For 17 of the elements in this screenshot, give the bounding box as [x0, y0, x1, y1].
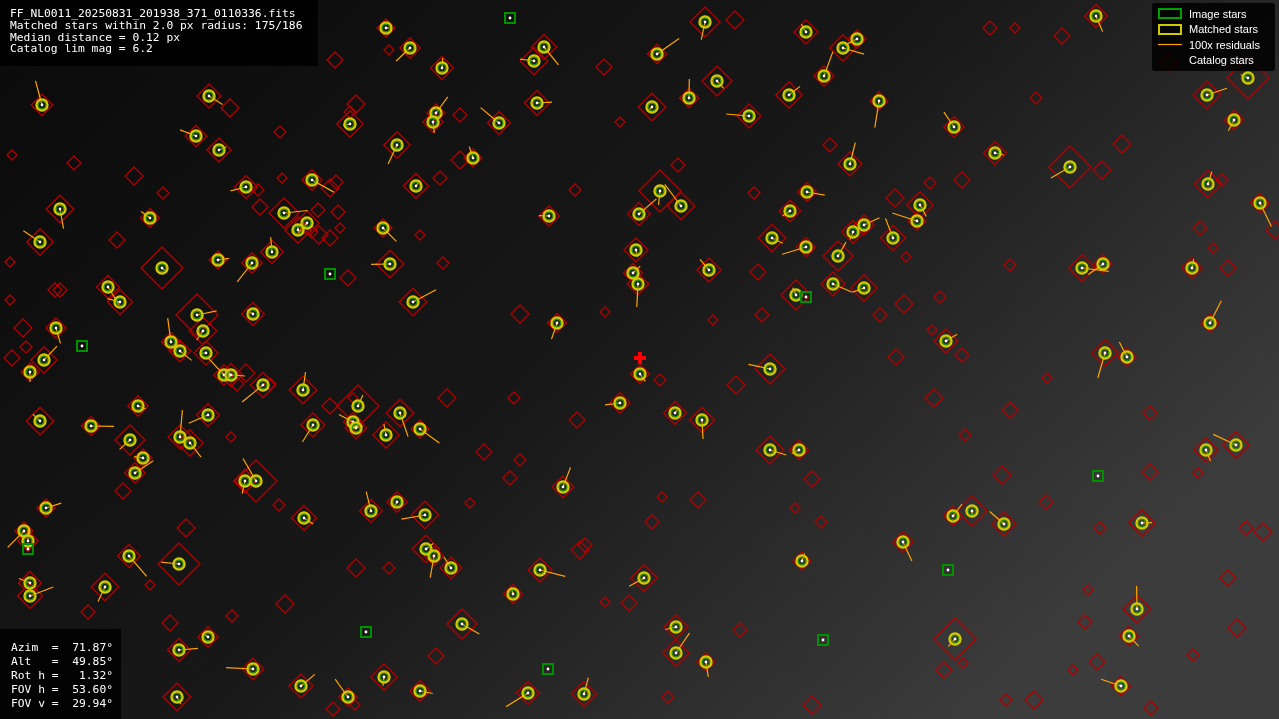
center-cross-marker	[634, 352, 646, 364]
info-line: Catalog lim mag = 6.2	[10, 43, 153, 56]
pointing-value: Alt = 49.85°	[11, 654, 114, 669]
info-line: Median distance = 0.12 px	[10, 31, 181, 44]
info-line: Matched stars within 2.0 px radius: 175/186	[10, 19, 303, 32]
pointing-value: FOV v = 29.94°	[11, 696, 114, 711]
pointing-value: Rot h = 1.32°	[11, 668, 114, 683]
legend-label: Catalog stars	[1189, 53, 1254, 68]
legend-line-icon	[1158, 43, 1182, 47]
legend-swatch-icon	[1158, 8, 1182, 20]
pointing-value: Azim = 71.87°	[11, 641, 114, 655]
info-line: FF_NL0011_20250831_201938_371_0110336.fits	[10, 8, 296, 20]
legend-label: Matched stars	[1189, 22, 1259, 37]
legend-label: 100x residuals	[1189, 37, 1260, 53]
legend-label: Image stars	[1189, 6, 1247, 22]
legend-swatch-icon	[1158, 23, 1182, 35]
pointing-value: FOV h = 53.60°	[11, 682, 114, 697]
